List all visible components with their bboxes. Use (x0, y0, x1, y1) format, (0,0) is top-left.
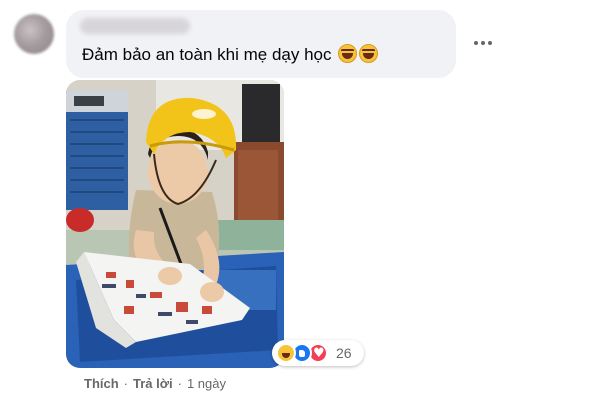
commenter-name-blurred[interactable] (80, 18, 190, 34)
laughing-emoji-icon (359, 44, 379, 63)
dot-icon (481, 41, 485, 45)
photo-illustration (66, 80, 284, 368)
comment-photo[interactable] (66, 80, 284, 368)
laughing-emoji-icon (338, 44, 358, 63)
like-button[interactable]: Thích (84, 376, 119, 391)
comment-actions: Thích · Trả lời · 1 ngày (84, 376, 226, 391)
separator: · (177, 376, 182, 391)
haha-reaction-icon (276, 343, 296, 363)
dot-icon (474, 41, 478, 45)
reply-button[interactable]: Trả lời (133, 376, 173, 391)
commenter-avatar[interactable] (14, 14, 54, 54)
comment-text-content: Đảm bảo an toàn khi mẹ dạy học (82, 45, 332, 64)
comment-text: Đảm bảo an toàn khi mẹ dạy học (82, 44, 379, 65)
more-options-button[interactable] (470, 34, 496, 52)
dot-icon (488, 41, 492, 45)
separator: · (123, 376, 129, 391)
reaction-summary[interactable]: 26 (272, 340, 364, 366)
reaction-count: 26 (336, 345, 352, 361)
comment-timestamp[interactable]: 1 ngày (187, 376, 226, 391)
comment-bubble: Đảm bảo an toàn khi mẹ dạy học (66, 10, 456, 78)
